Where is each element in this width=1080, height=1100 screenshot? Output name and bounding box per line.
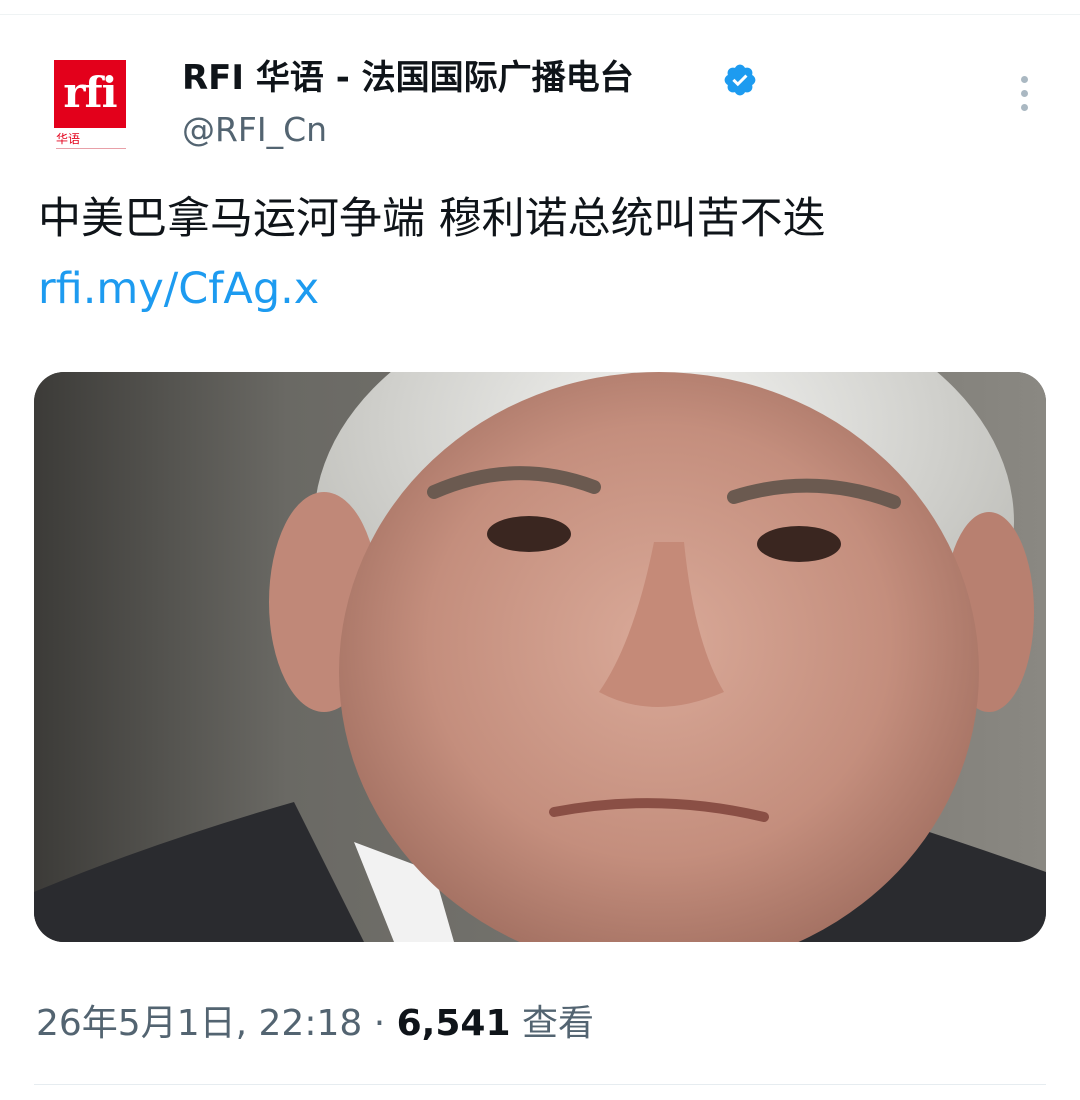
display-name[interactable]: RFI 华语 - 法国国际广播电台	[182, 56, 634, 100]
bottom-divider	[34, 1084, 1046, 1085]
views-count: 6,541	[396, 1003, 511, 1044]
more-dot	[1021, 76, 1028, 83]
tweet-detail: rfi 华语 RFI 华语 - 法国国际广播电台 @RFI_Cn 中美巴拿马运河…	[0, 0, 1080, 1100]
views-label: 查看	[521, 1003, 594, 1044]
more-dot	[1021, 90, 1028, 97]
rfi-logo-subtitle: 华语	[56, 132, 81, 146]
more-options-icon[interactable]	[1006, 72, 1042, 116]
meta-separator: ·	[373, 1003, 386, 1044]
tweet-text: 中美巴拿马运河争端 穆利诺总统叫苦不迭	[38, 194, 826, 244]
timestamp[interactable]: 26年5月1日, 22:18	[36, 1003, 362, 1044]
account-handle[interactable]: @RFI_Cn	[182, 108, 327, 152]
top-divider	[0, 14, 1080, 15]
tweet-meta: 26年5月1日, 22:18 · 6,541 查看	[36, 998, 594, 1050]
tweet-media-photo[interactable]	[34, 372, 1046, 942]
rfi-logo: rfi	[54, 60, 126, 128]
more-dot	[1021, 104, 1028, 111]
avatar[interactable]: rfi 华语	[52, 58, 128, 152]
logo-underline	[56, 148, 126, 149]
tweet-link[interactable]: rfi.my/CfAg.x	[38, 258, 319, 320]
photo-portrait	[34, 372, 1046, 942]
verified-badge-icon	[724, 64, 756, 96]
